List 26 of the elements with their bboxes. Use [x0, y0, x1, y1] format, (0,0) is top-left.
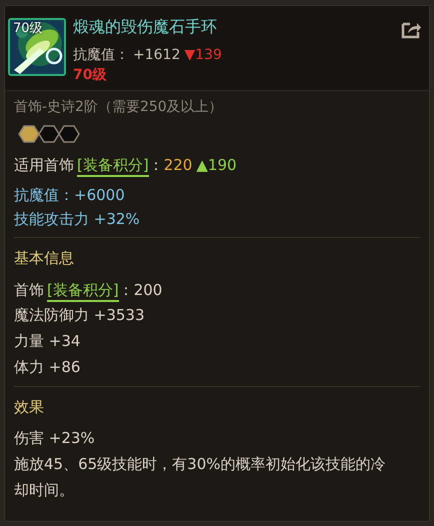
score-tag: [装备积分]: [77, 155, 149, 177]
stat-label: 抗魔值：: [73, 46, 129, 65]
score-value: 200: [134, 280, 162, 301]
section-heading: 基本信息: [14, 248, 75, 269]
required-level: 70级: [73, 66, 108, 85]
bonus-stat: 抗魔值：+6000: [14, 185, 126, 206]
stat-line: 魔法防御力 +3533: [14, 305, 146, 326]
stat-line: 体力 +86: [14, 357, 82, 378]
item-title: 煅魂的毁伤魔石手环: [73, 16, 218, 38]
effect-text: 施放45、65级技能时，有30%的概率初始化该技能的冷却时间。: [14, 454, 387, 501]
score-label: 适用首饰: [14, 155, 74, 176]
colon: ：: [118, 280, 134, 301]
bonus-stat: 技能攻击力 +32%: [14, 209, 141, 230]
score-value: 220: [164, 155, 192, 176]
score-delta: ▲190: [196, 155, 237, 176]
section-heading: 效果: [14, 397, 45, 418]
colon: ：: [148, 155, 164, 176]
score-label: 首饰: [14, 280, 44, 301]
stat-line: 力量 +34: [14, 331, 82, 352]
item-type: 首饰-史诗2阶（需要250及以上）: [14, 98, 224, 117]
stat-value: +1612: [133, 46, 180, 65]
level-label: 70级: [13, 20, 43, 38]
effect-text: 伤害 +23%: [14, 428, 96, 449]
stat-delta: ▼139: [184, 46, 222, 65]
share-icon[interactable]: [400, 20, 422, 40]
score-tag: [装备积分]: [47, 280, 119, 302]
